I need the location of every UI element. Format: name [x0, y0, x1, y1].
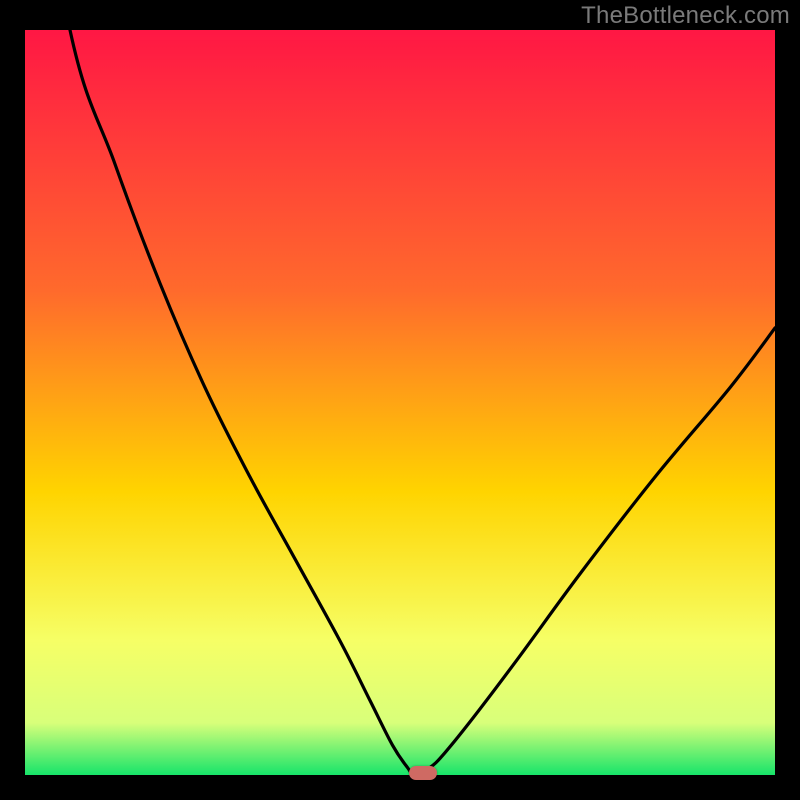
chart-frame: TheBottleneck.com [0, 0, 800, 800]
bottleneck-chart [25, 30, 775, 775]
gradient-background [25, 30, 775, 775]
plot-area [25, 30, 775, 775]
optimum-marker [409, 766, 437, 780]
watermark-label: TheBottleneck.com [581, 2, 790, 30]
